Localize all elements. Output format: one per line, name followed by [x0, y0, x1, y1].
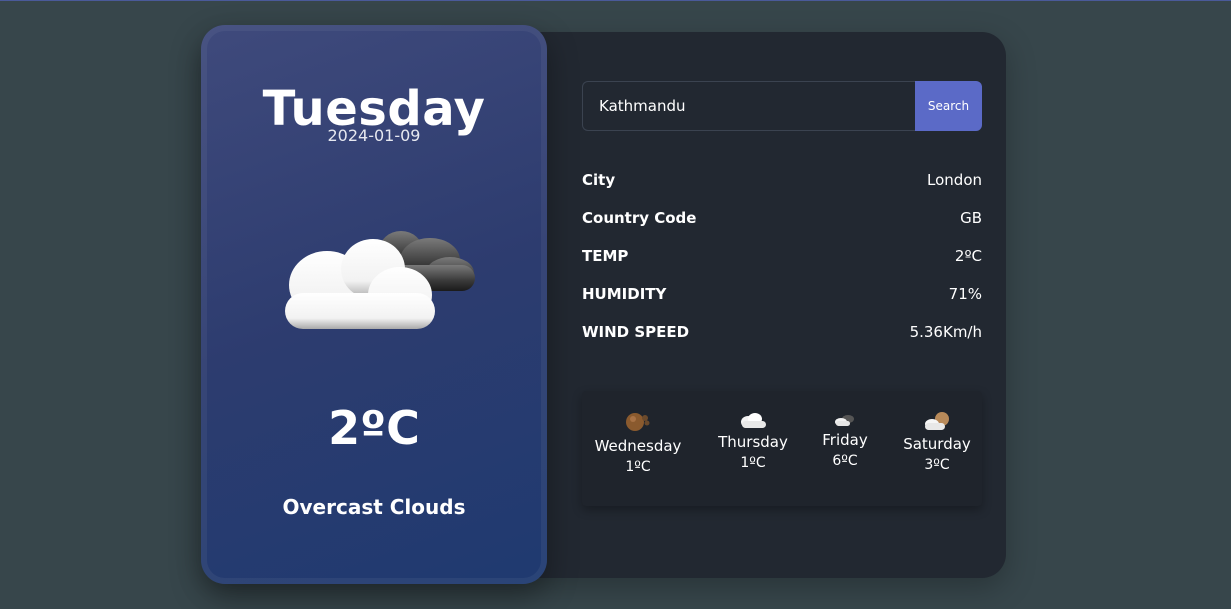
detail-value: GB [960, 209, 982, 227]
overcast-clouds-icon [285, 231, 475, 329]
detail-row-city: City London [582, 161, 982, 199]
detail-row-country-code: Country Code GB [582, 199, 982, 237]
detail-label: WIND SPEED [582, 323, 690, 341]
forecast-day: Friday [822, 431, 868, 449]
detail-label: Country Code [582, 209, 697, 227]
detail-row-temp: TEMP 2ºC [582, 237, 982, 275]
forecast-day: Wednesday [594, 437, 682, 455]
detail-value: 2ºC [954, 247, 982, 265]
today-card: Tuesday 2024-01-09 2ºC Overcast Clouds [201, 25, 547, 584]
city-search-input[interactable] [582, 81, 915, 131]
forecast-temp: 1ºC [740, 455, 766, 471]
cloud-sun-icon [925, 412, 949, 430]
detail-label: City [582, 171, 616, 189]
search-button[interactable]: Search [915, 81, 982, 131]
forecast-temp: 6ºC [832, 453, 858, 469]
forecast-item: Wednesday 1ºC [590, 409, 686, 475]
current-date: 2024-01-09 [327, 126, 421, 145]
detail-row-wind-speed: WIND SPEED 5.36Km/h [582, 313, 982, 351]
search-bar: Search [582, 81, 982, 131]
forecast-day: Thursday [718, 433, 788, 451]
detail-row-humidity: HUMIDITY 71% [582, 275, 982, 313]
forecast-temp: 3ºC [924, 457, 950, 473]
current-temperature: 2ºC [328, 401, 420, 455]
forecast-item: Saturday 3ºC [896, 411, 978, 473]
weather-description: Overcast Clouds [282, 495, 466, 519]
forecast-day: Saturday [903, 435, 971, 453]
forecast-panel: Wednesday 1ºC Thursday 1ºC Friday 6ºC Sa… [582, 391, 982, 506]
detail-value: 71% [948, 285, 982, 303]
partly-cloudy-icon [835, 415, 854, 426]
forecast-item: Friday 6ºC [812, 413, 878, 469]
detail-label: TEMP [582, 247, 629, 265]
detail-value: London [927, 171, 982, 189]
detail-label: HUMIDITY [582, 285, 667, 303]
forecast-item: Thursday 1ºC [708, 411, 798, 471]
night-cloudy-icon [626, 413, 650, 431]
cloud-icon [741, 413, 766, 428]
detail-value: 5.36Km/h [909, 323, 982, 341]
weather-details: City London Country Code GB TEMP 2ºC HUM… [582, 161, 982, 351]
forecast-temp: 1ºC [625, 459, 651, 475]
